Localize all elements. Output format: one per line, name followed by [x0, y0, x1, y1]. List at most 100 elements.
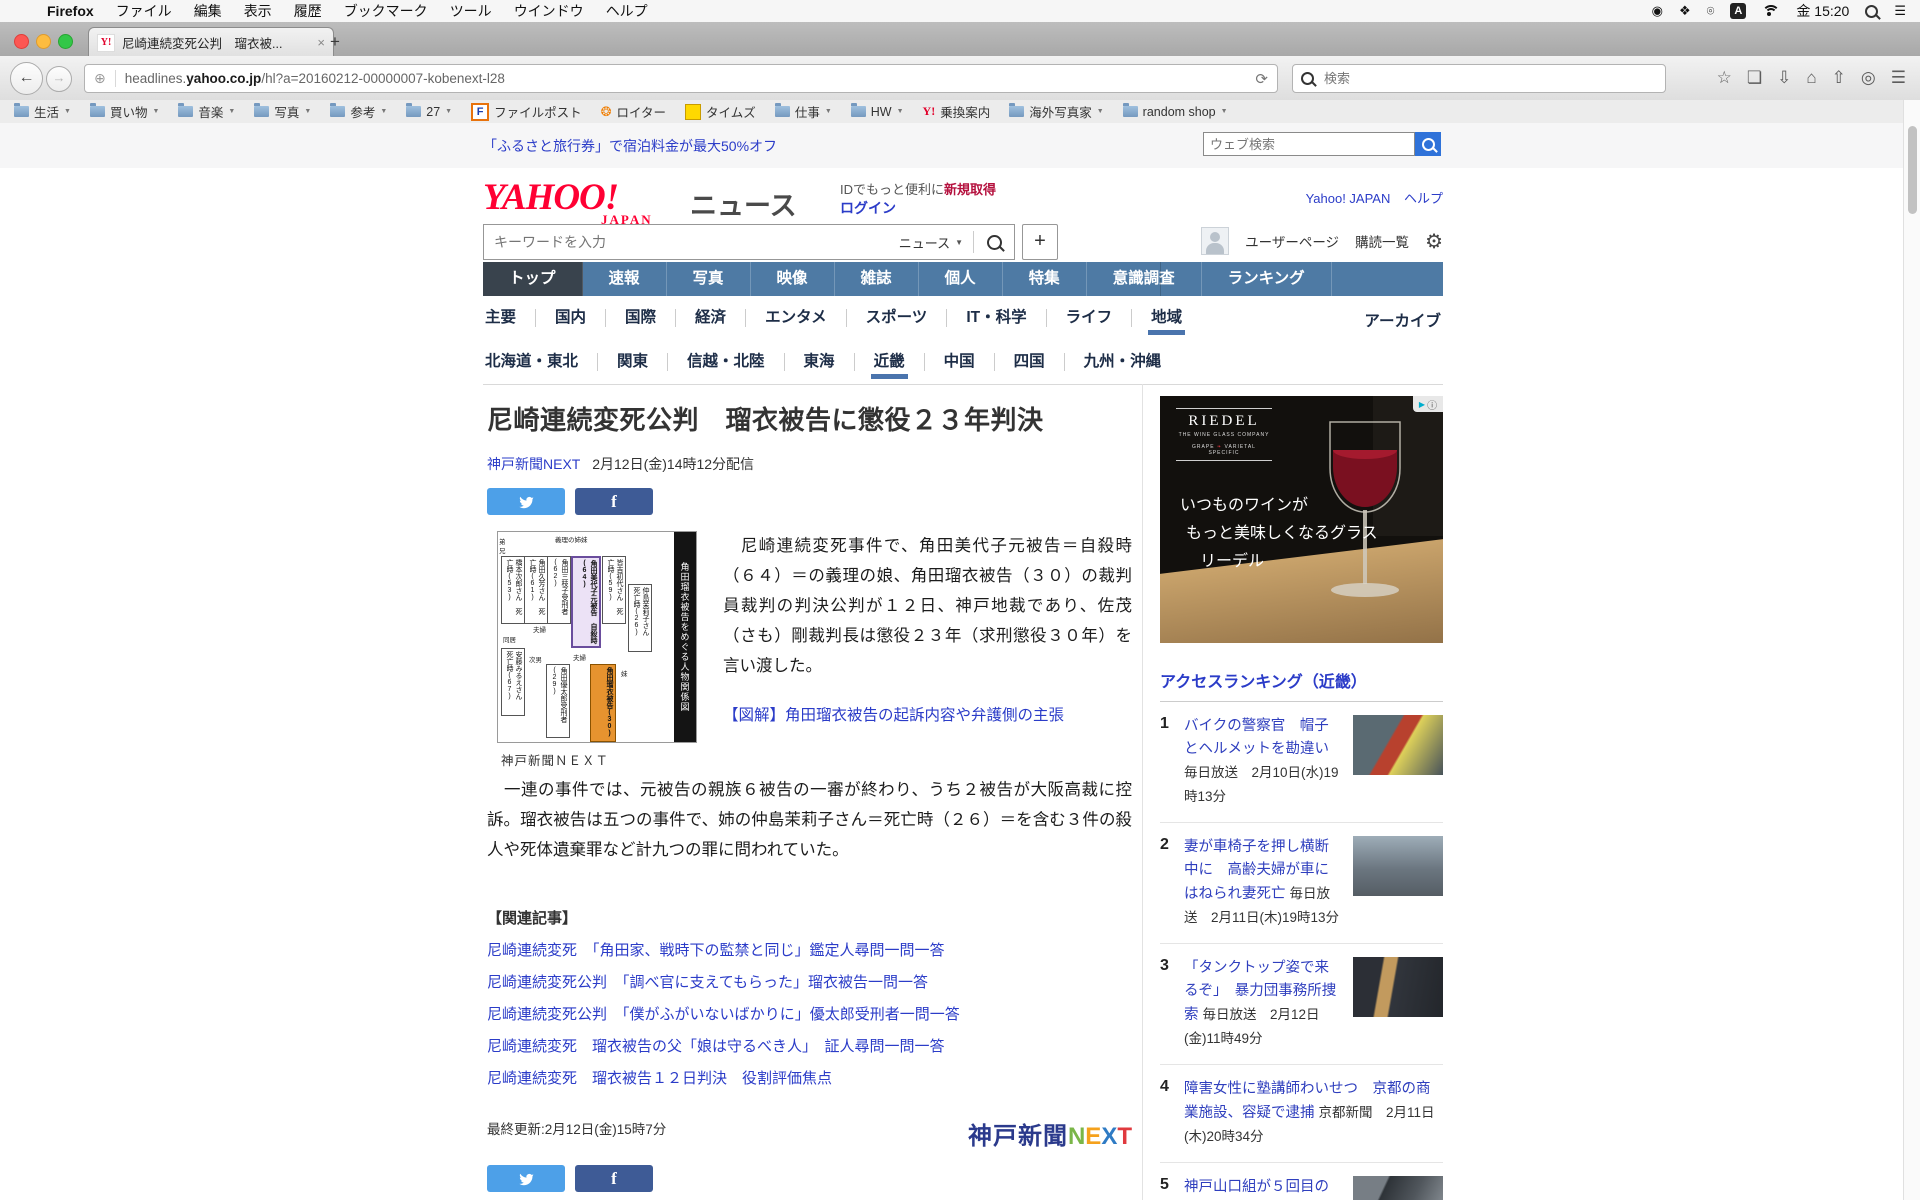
menu-view[interactable]: 表示: [233, 1, 283, 21]
tab-close-icon[interactable]: ×: [317, 35, 325, 50]
ad-choices-icon[interactable]: ▶ⓘ: [1413, 396, 1443, 412]
nav-top[interactable]: トップ: [483, 262, 583, 296]
bookmark-folder-27[interactable]: 27▼: [406, 105, 452, 119]
add-keyword-button[interactable]: +: [1022, 224, 1058, 260]
nav-flash[interactable]: 速報: [583, 262, 667, 296]
ranking-link[interactable]: 神戸山口組が５回目の定例会 直系組長２２人に: [1184, 1179, 1329, 1200]
article-source-link[interactable]: 神戸新聞NEXT: [487, 456, 580, 472]
nav-magazine[interactable]: 雑誌: [835, 262, 919, 296]
window-close-button[interactable]: [14, 34, 29, 49]
search-scope-dropdown[interactable]: ニュース▼: [899, 233, 973, 252]
tab-sports[interactable]: スポーツ: [846, 309, 947, 327]
avatar[interactable]: [1201, 227, 1229, 255]
web-search-button[interactable]: [1415, 132, 1441, 156]
article-figure[interactable]: 義理の姉妹 弟 兄 橋本次郎さん 死亡時(53) 角田久芳さん 死亡時(61) …: [497, 531, 697, 769]
menu-bar-clock[interactable]: 金 15:20: [1796, 1, 1849, 21]
bookmark-transit[interactable]: Y!乗換案内: [923, 102, 991, 121]
news-search-input[interactable]: [484, 234, 899, 250]
region-hokkaido-tohoku[interactable]: 北海道・東北: [483, 353, 597, 371]
twitter-share-button[interactable]: [487, 1165, 565, 1192]
menu-edit[interactable]: 編集: [183, 1, 233, 21]
login-link[interactable]: ログイン: [840, 200, 896, 216]
ranking-thumbnail[interactable]: [1353, 1176, 1443, 1200]
url-bar[interactable]: ⊕ headlines.yahoo.co.jp/hl?a=20160212-00…: [84, 64, 1278, 93]
tab-world[interactable]: 国際: [605, 309, 675, 327]
news-search-button[interactable]: [974, 235, 1014, 250]
user-page-link[interactable]: ユーザーページ: [1245, 231, 1339, 251]
window-minimize-button[interactable]: [36, 34, 51, 49]
menu-bookmarks[interactable]: ブックマーク: [333, 1, 439, 21]
region-kanto[interactable]: 関東: [597, 353, 667, 371]
help-link[interactable]: ヘルプ: [1404, 191, 1443, 206]
facebook-share-button[interactable]: f: [575, 1165, 653, 1192]
menu-tools[interactable]: ツール: [439, 1, 503, 21]
site-identity-icon[interactable]: ⊕: [94, 70, 106, 87]
airplay-icon[interactable]: ⌾: [1707, 3, 1715, 19]
notification-center-icon[interactable]: ☰: [1894, 3, 1906, 19]
tab-it-science[interactable]: IT・科学: [946, 309, 1045, 327]
bookmark-folder-shopping[interactable]: 買い物▼: [90, 102, 159, 121]
nav-photo[interactable]: 写真: [667, 262, 751, 296]
reload-icon[interactable]: ⟳: [1255, 70, 1268, 88]
bookmark-folder-life[interactable]: 生活▼: [14, 102, 71, 121]
bookmark-times[interactable]: タイムズ: [685, 102, 756, 121]
ranking-link[interactable]: バイクの警察官 帽子とヘルメットを勘違い: [1184, 718, 1329, 757]
tab-domestic[interactable]: 国内: [535, 309, 605, 327]
nav-survey[interactable]: 意識調査: [1087, 262, 1202, 296]
riedel-ad[interactable]: RIEDEL THE WINE GLASS COMPANY GRAPE ❧ VA…: [1160, 396, 1443, 643]
bookmark-reuters[interactable]: ❂ロイター: [601, 102, 666, 121]
bookmark-filepost[interactable]: Fファイルポスト: [471, 102, 582, 121]
creative-cloud-icon[interactable]: ◉: [1652, 3, 1663, 19]
bookmark-folder-music[interactable]: 音楽▼: [178, 102, 235, 121]
region-kyushu-okinawa[interactable]: 九州・沖縄: [1064, 353, 1181, 371]
browser-search-box[interactable]: [1292, 64, 1666, 93]
region-shinetsu-hokuriku[interactable]: 信越・北陸: [667, 353, 784, 371]
region-chugoku[interactable]: 中国: [924, 353, 994, 371]
ranking-thumbnail[interactable]: [1353, 836, 1443, 896]
nav-video[interactable]: 映像: [751, 262, 835, 296]
back-button[interactable]: ←: [10, 62, 43, 95]
subscriptions-link[interactable]: 購読一覧: [1355, 231, 1409, 251]
forward-button[interactable]: →: [46, 66, 72, 92]
related-link[interactable]: 尼崎連続変死公判 「僕がふがいないばかりに」優太郎受刑者一問一答: [487, 1003, 1132, 1024]
nav-ranking[interactable]: ランキング: [1202, 262, 1332, 296]
bookmark-folder-photo[interactable]: 写真▼: [254, 102, 311, 121]
related-link[interactable]: 尼崎連続変死 瑠衣被告の父「娘は守るべき人」 証人尋問一問一答: [487, 1035, 1132, 1056]
input-source-icon[interactable]: A: [1730, 3, 1746, 19]
bookmark-folder-reference[interactable]: 参考▼: [330, 102, 387, 121]
sync-icon[interactable]: ◎: [1861, 68, 1876, 88]
yahoo-japan-link[interactable]: Yahoo! JAPAN: [1306, 191, 1391, 206]
tab-economy[interactable]: 経済: [675, 309, 745, 327]
nav-feature[interactable]: 特集: [1003, 262, 1087, 296]
menu-icon[interactable]: ☰: [1891, 68, 1906, 88]
pocket-icon[interactable]: ❏: [1747, 68, 1762, 88]
window-zoom-button[interactable]: [58, 34, 73, 49]
dropbox-icon[interactable]: ❖: [1679, 3, 1691, 19]
gear-icon[interactable]: ⚙: [1425, 229, 1443, 254]
region-tokai[interactable]: 東海: [784, 353, 854, 371]
news-logo-text[interactable]: ニュース: [690, 184, 797, 223]
region-kinki[interactable]: 近畿: [854, 353, 924, 371]
twitter-share-button[interactable]: [487, 488, 565, 515]
menu-history[interactable]: 履歴: [283, 1, 333, 21]
spotlight-icon[interactable]: [1865, 5, 1878, 18]
archive-link[interactable]: アーカイブ: [1364, 309, 1441, 331]
facebook-share-button[interactable]: f: [575, 488, 653, 515]
tab-entertainment[interactable]: エンタメ: [745, 309, 846, 327]
scrollbar-thumb[interactable]: [1908, 126, 1917, 214]
browser-tab[interactable]: Y! 尼崎連続変死公判 瑠衣被... ×: [88, 27, 334, 57]
news-search-box[interactable]: ニュース▼: [483, 224, 1015, 260]
tab-main[interactable]: 主要: [483, 309, 535, 327]
yahoo-logo[interactable]: YAHOO! JAPAN: [483, 176, 713, 219]
related-link[interactable]: 尼崎連続変死 瑠衣被告１２日判決 役割評価焦点: [487, 1067, 1132, 1088]
promo-link[interactable]: 「ふるさと旅行券」で宿泊料金が最大50%オフ: [483, 136, 777, 156]
ranking-thumbnail[interactable]: [1353, 715, 1443, 775]
bookmark-folder-work[interactable]: 仕事▼: [775, 102, 832, 121]
share-icon[interactable]: ⇧: [1832, 68, 1846, 88]
bookmark-star-icon[interactable]: ☆: [1717, 68, 1732, 88]
tab-region[interactable]: 地域: [1131, 309, 1201, 327]
browser-search-input[interactable]: [1322, 70, 1657, 87]
menu-file[interactable]: ファイル: [105, 1, 183, 21]
web-search-input[interactable]: [1203, 132, 1415, 156]
menu-window[interactable]: ウインドウ: [503, 1, 595, 21]
